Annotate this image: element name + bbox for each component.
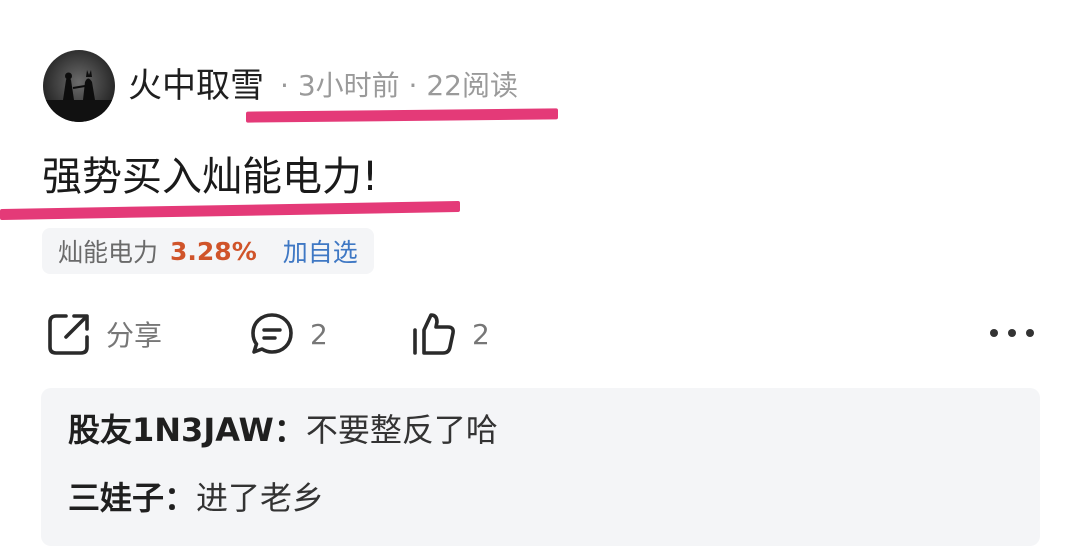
comment-button[interactable]: 2 (248, 306, 328, 362)
stock-tag[interactable]: 灿能电力 3.28% 加自选 (42, 228, 374, 274)
comments-preview[interactable]: 股友1N3JAW：不要整反了哈 三娃子：进了老乡 (41, 388, 1040, 546)
like-count: 2 (472, 317, 490, 351)
post-title[interactable]: 强势买入灿能电力! (42, 150, 378, 204)
username[interactable]: 火中取雪 (128, 64, 264, 108)
more-dots-icon (990, 329, 998, 337)
comment-count: 2 (310, 317, 328, 351)
share-label: 分享 (106, 319, 163, 352)
share-icon (48, 314, 89, 355)
stock-change: 3.28% (170, 236, 257, 266)
comment-icon (251, 313, 293, 354)
stock-name[interactable]: 灿能电力 (58, 233, 158, 269)
more-dots-icon (1026, 329, 1034, 337)
comment-text: 不要整反了哈 (305, 411, 498, 449)
comment-item[interactable]: 股友1N3JAW：不要整反了哈 (68, 408, 498, 452)
meta-separator: · (408, 69, 418, 102)
avatar[interactable] (43, 50, 115, 122)
thumbs-up-icon (413, 313, 455, 355)
avatar-image (43, 50, 115, 122)
highlight-underline (246, 108, 558, 123)
comment-item[interactable]: 三娃子：进了老乡 (68, 476, 324, 520)
more-dots-icon (1008, 329, 1016, 337)
meta-separator: · (280, 69, 289, 102)
comment-colon: ： (273, 411, 306, 449)
post-time: 3小时前 (297, 69, 400, 102)
comment-colon: ： (164, 479, 197, 517)
more-button[interactable] (990, 318, 1034, 348)
read-count: 22阅读 (426, 69, 518, 102)
comment-text: 进了老乡 (196, 479, 325, 517)
add-watchlist-button[interactable]: 加自选 (283, 233, 358, 269)
comment-author[interactable]: 股友1N3JAW (68, 411, 274, 449)
post-meta: · 3小时前 · 22阅读 (280, 66, 518, 106)
like-button[interactable]: 2 (410, 306, 490, 362)
share-button[interactable]: 分享 (46, 306, 162, 362)
comment-author[interactable]: 三娃子 (68, 479, 164, 517)
